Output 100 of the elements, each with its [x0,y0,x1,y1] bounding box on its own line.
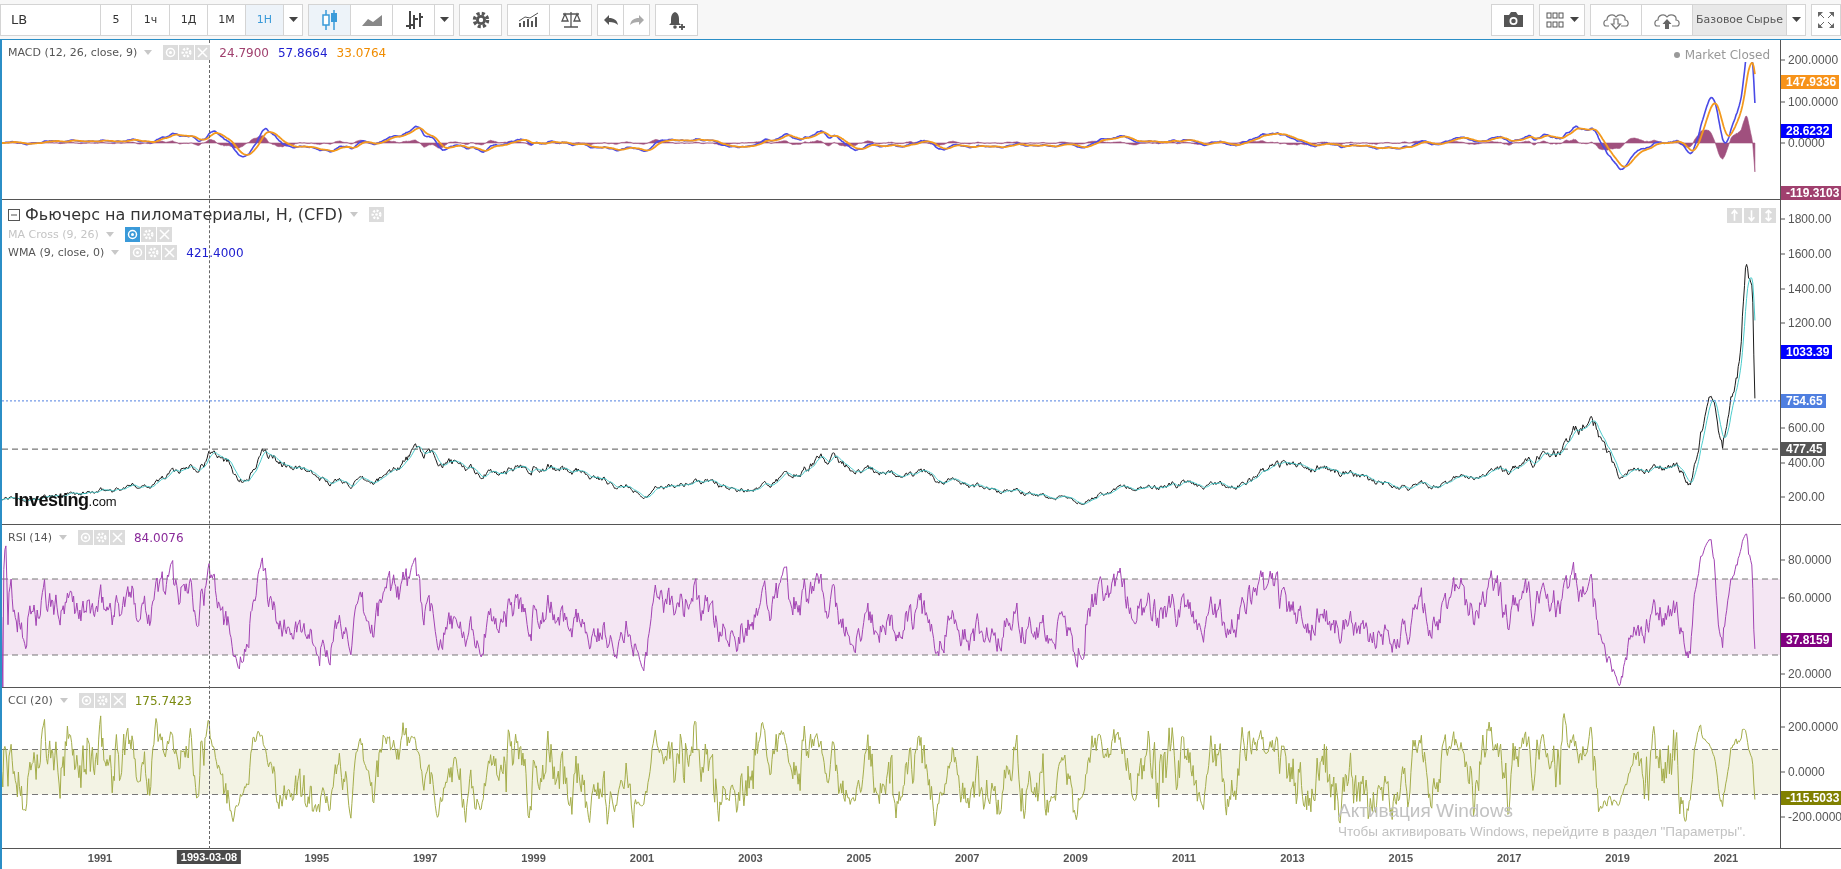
indicator-name: MACD (12, 26, close, 9) [8,46,138,59]
axis-label: 600.00 [1788,422,1825,434]
axis-label: 200.0000 [1788,54,1839,66]
settings-icon[interactable] [94,693,110,708]
close-icon[interactable] [162,245,178,260]
indicator-name: WMA (9, close, 0) [8,246,105,259]
axis-label: 0.0000 [1788,137,1825,149]
indicator-name: CCI (20) [8,694,53,707]
undo-icon [602,13,619,26]
compare-button[interactable] [549,3,592,36]
indicators-button[interactable] [507,3,550,36]
indicator-value: 175.7423 [134,693,192,708]
template-button[interactable]: Базовое Сырье [1692,3,1787,36]
settings-icon[interactable] [93,530,109,545]
indicator-value: 33.0764 [336,45,387,60]
price-tag: 754.65 [1781,393,1826,408]
axis-label: 1400.00 [1788,283,1832,295]
indicator-value: 84.0076 [133,530,184,545]
caret-icon[interactable] [58,535,67,540]
axis-label: 1800.00 [1788,213,1832,225]
axis-label: 1995 [304,852,330,864]
logo: Investing.com [14,490,117,511]
interval-button[interactable]: 1Д [169,3,208,36]
eye-icon[interactable] [130,245,146,260]
eye-icon[interactable] [124,227,140,242]
caret-icon [288,17,298,22]
axis-label: 1997 [412,852,438,864]
price-tag: -119.3103 [1781,185,1841,200]
close-icon[interactable] [110,693,126,708]
caret-icon [439,17,449,22]
indicator-value: 421.4000 [186,245,244,260]
layout-grid-icon [1545,11,1564,28]
axis-label: 200.0000 [1788,721,1839,733]
axis-label: -200.0000 [1788,811,1841,823]
settings-icon[interactable] [179,45,195,60]
up-arrow-icon[interactable] [1727,208,1742,223]
price-tag: 37.8159 [1781,633,1833,648]
redo-icon [628,13,645,26]
candles-button[interactable] [308,3,351,36]
close-icon[interactable] [156,227,172,242]
price-tag: 28.6232 [1781,124,1833,139]
caret-icon[interactable] [144,50,153,55]
camera-icon [1501,11,1524,28]
axis-label: 2011 [1172,852,1196,864]
fullscreen-icon [1817,10,1835,29]
interval-button[interactable]: 5 [100,3,132,36]
down-arrow-icon[interactable] [1744,208,1759,223]
status-dot [1673,52,1680,58]
eye-icon[interactable] [77,530,93,545]
axis-label: 2001 [629,852,655,864]
axis-label: 100.0000 [1788,96,1839,107]
caret-icon [1791,17,1801,22]
eye-icon[interactable] [78,693,94,708]
axis-label: 1200.00 [1788,317,1832,329]
axis-label: 2013 [1280,852,1305,864]
axis-label: 1999 [521,852,546,864]
undo-button[interactable] [597,3,624,36]
load-button[interactable] [1590,3,1642,36]
close-icon[interactable] [109,530,125,545]
axis-label: 2009 [1063,852,1088,864]
price-tag: 477.45 [1781,442,1826,457]
axis-label: 60.0000 [1788,592,1832,604]
fullscreen-button[interactable] [1811,3,1841,36]
axis-label: 1600.00 [1788,248,1832,260]
dropdown-button[interactable] [283,3,303,36]
axis-label: 2015 [1388,852,1414,864]
save-button[interactable] [1641,3,1693,36]
eye-icon[interactable] [163,45,179,60]
settings-icon[interactable] [369,207,385,222]
settings-icon[interactable] [140,227,156,242]
alert-button[interactable] [655,3,698,36]
layout-button[interactable] [1539,3,1585,36]
expand-icon[interactable] [1761,208,1776,223]
caret-icon[interactable] [350,212,359,217]
bars-icon [403,8,424,31]
interval-button[interactable]: 1М [207,3,246,36]
caret-icon[interactable] [105,232,114,237]
indicator-value: 24.7900 [219,45,269,60]
axis-label: 200.00 [1788,491,1825,503]
caret-icon[interactable] [59,698,68,703]
dropdown-button[interactable] [1786,3,1806,36]
caret-icon [1569,17,1579,22]
bars-chart-button[interactable] [392,3,435,36]
collapse-icon[interactable] [8,208,20,221]
settings-icon[interactable] [146,245,162,260]
axis-label: 2007 [954,852,980,864]
close-icon[interactable] [195,45,211,60]
axis-label: 2003 [738,852,763,864]
settings-icon [470,9,491,30]
screenshot-button[interactable] [1491,3,1534,36]
price-tag: 147.9336 [1781,74,1840,89]
caret-icon[interactable] [111,250,120,255]
chart-title: Фьючерс на пиломатериалы, H, (CFD) [25,205,344,224]
dropdown-button[interactable] [434,3,454,36]
axis-label: 0.0000 [1788,766,1825,778]
symbol-field[interactable]: LB [0,3,101,36]
interval-button[interactable]: 1ч [131,3,170,36]
settings-button[interactable] [459,3,502,36]
axis-label: 80.0000 [1788,554,1832,566]
indicator-name: RSI (14) [8,531,52,544]
